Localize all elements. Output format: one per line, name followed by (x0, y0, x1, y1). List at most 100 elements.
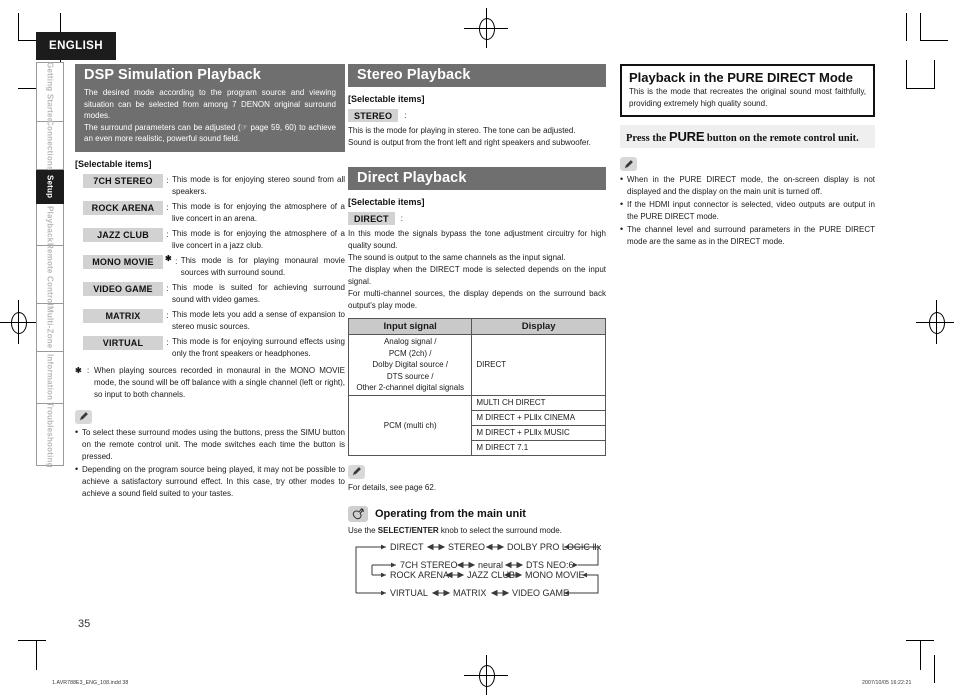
sidebar-item-label: Getting Started (45, 61, 55, 123)
stereo-chip-line: STEREO : (348, 109, 606, 122)
list-item: Depending on the program source being pl… (75, 463, 345, 500)
dsp-intro: The desired mode according to the progra… (75, 87, 345, 152)
list-item: VIRTUAL : This mode is for enjoying surr… (75, 335, 345, 360)
direct-chip-line: DIRECT : (348, 212, 606, 225)
operating-title: Operating from the main unit (375, 507, 526, 520)
column-stereo-direct: Stereo Playback [Selectable items] STERE… (347, 64, 606, 617)
table-row: Analog signal / PCM (2ch) / Dolby Digita… (347, 334, 606, 396)
flow-label: ROCK ARENA (390, 569, 450, 580)
flow-label: 7CH STEREO (400, 559, 458, 570)
stereo-selectable-label: [Selectable items] (348, 94, 425, 104)
list-item: 7CH STEREO : This mode is for enjoying s… (75, 173, 345, 198)
page-number: 35 (78, 618, 91, 630)
pencil-note-icon (75, 409, 92, 424)
cell-display: MULTI CH DIRECT (471, 394, 606, 411)
cell-display: M DIRECT + PLⅡx MUSIC (471, 424, 606, 441)
sidebar-item-label: Multi-Zone (45, 306, 55, 349)
pure-direct-box: Playback in the PURE DIRECT Mode This is… (620, 64, 875, 118)
sidebar-item-playback[interactable]: Playback (36, 204, 64, 246)
mode-colon: : (166, 229, 169, 239)
press-suffix: button on the remote control unit. (704, 133, 859, 145)
table-header-row: Input signal Display (347, 318, 606, 335)
sidebar-item-connections[interactable]: Connections (36, 120, 64, 171)
direct-body-2: The sound is output to the same channels… (348, 253, 566, 262)
select-enter-label: SELECT/ENTER (377, 525, 439, 535)
table-row: PCM (multi ch) MULTI CH DIRECT (347, 394, 606, 456)
pencil-note-icon (348, 464, 365, 479)
flow-label: MATRIX (453, 587, 487, 598)
dsp-mode-list: 7CH STEREO : This mode is for enjoying s… (75, 173, 345, 360)
dsp-section-title: DSP Simulation Playback (75, 64, 345, 87)
dsp-intro-line-1: The desired mode according to the progra… (84, 88, 336, 121)
language-tab-label: ENGLISH (49, 40, 103, 52)
press-pure-instruction: Press the PURE button on the remote cont… (620, 125, 875, 149)
mode-chip: DIRECT (348, 212, 395, 225)
sidebar-item-label: Troubleshooting (45, 401, 55, 468)
language-tab: ENGLISH (36, 32, 116, 60)
footnote-star-marker: ✱ (165, 253, 172, 263)
list-item: MATRIX : This mode lets you add a sense … (75, 308, 345, 333)
flow-label: JAZZ CLUB (467, 569, 516, 580)
operating-sub-suffix: knob to select the surround mode. (438, 525, 562, 535)
signal-line: Dolby Digital source / (372, 360, 448, 370)
flow-label: neural (478, 559, 504, 570)
dsp-intro-line-2: The surround parameters can be adjusted … (84, 122, 336, 144)
mode-colon: : (166, 202, 169, 212)
mode-colon: : (166, 175, 169, 185)
pure-button-label: PURE (668, 129, 705, 145)
pure-direct-notes-list: When in the PURE DIRECT mode, the on-scr… (620, 173, 875, 248)
mode-chip: ROCK ARENA (83, 200, 163, 215)
sidebar-item-troubleshooting[interactable]: Troubleshooting (36, 401, 64, 468)
stereo-body-2: Sound is output from the front left and … (348, 138, 591, 147)
flow-label: VIDEO GAME (512, 587, 570, 598)
sidebar-item-label: Remote Control (45, 243, 55, 306)
cell-input-signal: Analog signal / PCM (2ch) / Dolby Digita… (347, 334, 473, 396)
mode-description: This mode is suited for achieving surrou… (172, 282, 345, 304)
sidebar-item-multi-zone[interactable]: Multi-Zone (36, 304, 64, 352)
mode-colon: : (166, 337, 169, 347)
signal-line: PCM (2ch) / (388, 348, 432, 358)
column-header-input-signal: Input signal (347, 318, 473, 335)
registration-mark-bottom (464, 655, 508, 695)
hand-knob-icon (348, 505, 368, 522)
footnote-star-marker: ✱ (75, 365, 82, 375)
flow-label: MONO MOVIE (525, 569, 585, 580)
list-item: JAZZ CLUB : This mode is for enjoying th… (75, 227, 345, 252)
sidebar-item-setup[interactable]: Setup (36, 170, 64, 204)
cell-display: M DIRECT + PLⅡx CINEMA (471, 409, 606, 426)
cell-input-signal: PCM (multi ch) (347, 394, 473, 456)
dsp-footnote: ✱ : When playing sources recorded in mon… (75, 365, 345, 401)
mode-description: This mode is for enjoying surround effec… (172, 336, 345, 358)
dsp-selectable-label: [Selectable items] (75, 158, 152, 169)
sidebar-item-label: Setup (45, 174, 55, 199)
list-item: When in the PURE DIRECT mode, the on-scr… (620, 173, 875, 198)
mode-chip: VIRTUAL (83, 335, 163, 350)
signal-line: Analog signal / (383, 337, 437, 346)
sidebar-item-label: Connections (45, 120, 55, 171)
stereo-section-title: Stereo Playback (348, 64, 606, 87)
input-signal-display-table: Input signal Display Analog signal / PCM… (347, 318, 606, 456)
list-item: To select these surround modes using the… (75, 426, 345, 463)
list-item: MONO MOVIE ✱ : This mode is for playing … (75, 253, 345, 279)
press-prefix: Press the (626, 133, 669, 145)
flow-label: DTS NEO:6 (526, 559, 574, 570)
chip-colon: : (400, 214, 403, 223)
mode-description: This mode lets you add a sense of expans… (172, 309, 345, 331)
stereo-body-1: This is the mode for playing in stereo. … (348, 126, 576, 135)
mode-description: This mode is for enjoying the atmosphere… (172, 228, 345, 250)
mode-colon: : (175, 256, 178, 266)
column-pure-direct: Playback in the PURE DIRECT Mode This is… (620, 64, 875, 249)
footnote-colon: : (87, 365, 90, 375)
signal-line: Other 2-channel digital signals (356, 383, 464, 393)
mode-chip: JAZZ CLUB (83, 227, 163, 242)
operating-sub-prefix: Use the (348, 525, 378, 535)
sidebar-item-remote-control[interactable]: Remote Control (36, 243, 64, 306)
pure-direct-title: Playback in the PURE DIRECT Mode (629, 70, 853, 85)
sidebar-item-getting-started[interactable]: Getting Started (36, 62, 64, 122)
pure-direct-subtitle: This is the mode that recreates the orig… (629, 87, 866, 108)
flow-label: DOLBY PRO LOGIC Ⅱx (507, 541, 602, 552)
sidebar-item-label: Playback (45, 206, 55, 243)
sidebar-item-information[interactable]: Information (36, 352, 64, 404)
flow-label: VIRTUAL (390, 587, 428, 598)
direct-body-3: The display when the DIRECT mode is sele… (348, 265, 606, 286)
